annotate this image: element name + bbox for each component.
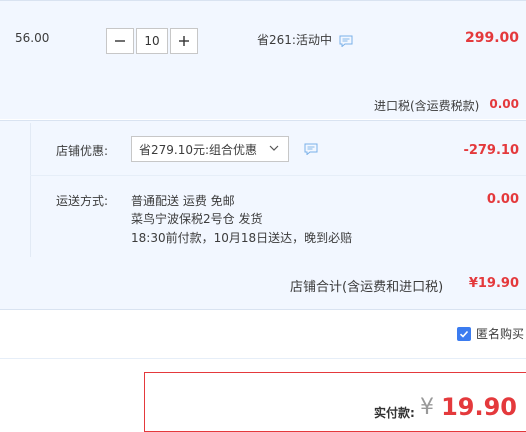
quantity-stepper: 10: [106, 28, 198, 54]
import-tax-label: 进口税(含运费税款): [374, 99, 480, 113]
shop-discount-selected: 省279.10元:组合优惠: [139, 142, 258, 157]
shop-discount-label: 店铺优惠:: [56, 144, 109, 158]
shipping-method-label: 运送方式:: [56, 194, 109, 208]
shipping-fee-value: 0.00: [486, 192, 519, 207]
check-icon: [459, 330, 469, 338]
anonymous-label: 匿名购买: [475, 327, 524, 341]
delivery-promise-text: 18:30前付款，10月18日送达，晚到必赔: [131, 231, 353, 245]
shipping-fee-text: 普通配送 运费 免邮: [131, 194, 235, 208]
shop-subtotal-value: ¥19.90: [468, 276, 519, 291]
shop-discount-value: -279.10: [463, 143, 519, 158]
section-divider: [0, 358, 526, 359]
anonymous-purchase-option[interactable]: 匿名购买: [456, 325, 524, 342]
chat-bubble-icon[interactable]: [304, 143, 318, 155]
minus-icon: [115, 40, 125, 42]
increase-quantity-button[interactable]: [170, 28, 198, 54]
actual-payment-value: 19.90: [441, 393, 517, 421]
quantity-input[interactable]: 10: [136, 28, 168, 54]
plus-icon: [179, 36, 189, 46]
shop-discount-select[interactable]: 省279.10元:组合优惠: [131, 136, 289, 162]
anonymous-checkbox[interactable]: [456, 326, 471, 341]
unit-price: 56.00: [15, 31, 50, 45]
shop-subtotal-label: 店铺合计(含运费和进口税): [290, 280, 444, 295]
decrease-quantity-button[interactable]: [106, 28, 134, 54]
options-divider: [30, 175, 526, 176]
chat-bubble-icon[interactable]: [339, 35, 353, 47]
promotion-saving-text: 省261:活动中: [257, 33, 332, 47]
item-total-price: 299.00: [464, 30, 519, 46]
import-tax-value: 0.00: [489, 97, 519, 111]
currency-symbol: ¥: [420, 395, 434, 420]
shipping-warehouse-text: 菜鸟宁波保税2号仓 发货: [131, 212, 263, 226]
actual-payment-label: 实付款:: [374, 406, 415, 420]
chevron-down-icon: [269, 145, 279, 151]
